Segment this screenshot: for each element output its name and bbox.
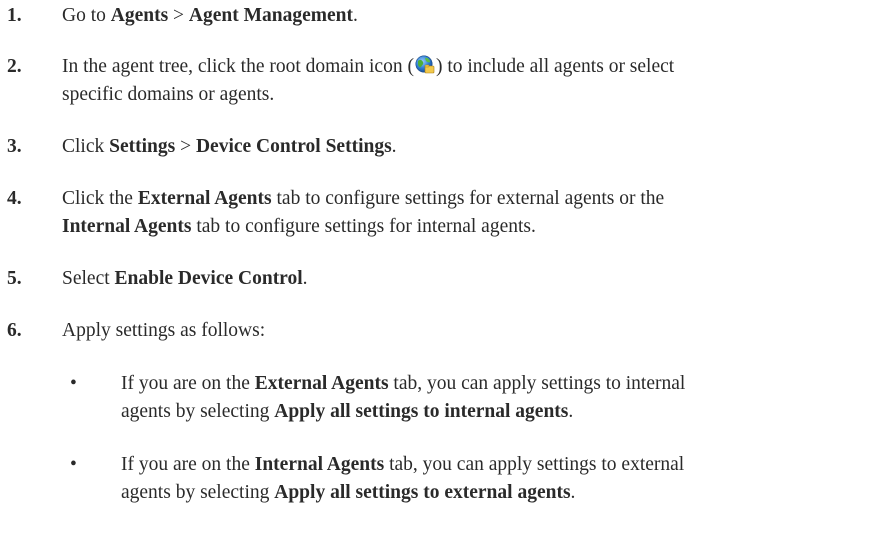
bullet-marker: • bbox=[70, 454, 77, 475]
step-line: Internal Agents tab to configure setting… bbox=[62, 213, 862, 241]
text-run: tab, you can apply settings to external bbox=[384, 454, 685, 475]
text-run: > bbox=[168, 5, 189, 26]
text-run: Apply settings as follows: bbox=[62, 320, 266, 341]
text-run: . bbox=[353, 5, 358, 26]
text-run: tab to configure settings for external a… bbox=[271, 188, 665, 209]
bullet-text: If you are on the Internal Agents tab, y… bbox=[121, 451, 861, 507]
bullet-line: agents by selecting Apply all settings t… bbox=[121, 479, 861, 507]
text-run: agents by selecting bbox=[121, 401, 275, 422]
step-number: 2. bbox=[7, 56, 22, 77]
step-line: Click the External Agents tab to configu… bbox=[62, 185, 862, 213]
text-run: agents by selecting bbox=[121, 482, 275, 503]
text-run: . bbox=[391, 136, 397, 157]
step-number: 4. bbox=[7, 188, 22, 209]
bullet-text: If you are on the External Agents tab, y… bbox=[121, 370, 861, 426]
option-enable-device-control: Enable Device Control bbox=[114, 268, 303, 289]
text-run: . bbox=[302, 268, 308, 289]
text-run: If you are on the bbox=[121, 454, 255, 475]
text-run: In the agent tree, click the root domain… bbox=[62, 56, 414, 77]
step-number: 5. bbox=[7, 268, 22, 289]
text-run: Select bbox=[62, 268, 115, 289]
root-domain-globe-icon bbox=[415, 55, 435, 74]
text-run: Click bbox=[62, 136, 110, 157]
step-text: Click Settings > Device Control Settings… bbox=[62, 133, 862, 161]
text-run: . bbox=[568, 401, 574, 422]
text-run: If you are on the bbox=[121, 373, 255, 394]
step-line: specific domains or agents. bbox=[62, 84, 275, 105]
menu-device-control-settings: Device Control Settings bbox=[195, 136, 392, 157]
text-run: . bbox=[570, 482, 576, 503]
text-run: > bbox=[175, 136, 196, 157]
text-run: Go to bbox=[62, 5, 111, 26]
tab-internal-agents-ref: Internal Agents bbox=[254, 454, 385, 475]
bullet-line: agents by selecting Apply all settings t… bbox=[121, 398, 861, 426]
step-text: Click the External Agents tab to configu… bbox=[62, 185, 862, 241]
step-text: In the agent tree, click the root domain… bbox=[62, 53, 862, 109]
tab-internal-agents-ref: Internal Agents bbox=[62, 216, 192, 237]
step-line: In the agent tree, click the root domain… bbox=[62, 53, 862, 81]
option-apply-to-internal: Apply all settings to internal agents bbox=[274, 401, 569, 422]
text-run: tab to configure settings for internal a… bbox=[191, 216, 536, 237]
step-text: Select Enable Device Control. bbox=[62, 265, 862, 293]
menu-settings: Settings bbox=[109, 136, 176, 157]
menu-agent-management: Agent Management bbox=[188, 5, 354, 26]
text-run: Click the bbox=[62, 188, 138, 209]
text-run: tab, you can apply settings to internal bbox=[388, 373, 686, 394]
tab-external-agents-ref: External Agents bbox=[137, 188, 272, 209]
text-run: ) to include all agents or select bbox=[435, 56, 675, 77]
step-number: 6. bbox=[7, 320, 22, 341]
step-number: 3. bbox=[7, 136, 22, 157]
bullet-line: If you are on the Internal Agents tab, y… bbox=[121, 451, 861, 479]
bullet-marker: • bbox=[70, 373, 77, 394]
option-apply-to-external: Apply all settings to external agents bbox=[274, 482, 571, 503]
menu-agents: Agents bbox=[110, 5, 169, 26]
bullet-line: If you are on the External Agents tab, y… bbox=[121, 370, 861, 398]
step-text: Apply settings as follows: bbox=[62, 317, 862, 345]
step-text: Go to Agents > Agent Management. bbox=[62, 2, 862, 30]
step-number: 1. bbox=[7, 5, 22, 26]
tab-external-agents-ref: External Agents bbox=[254, 373, 389, 394]
